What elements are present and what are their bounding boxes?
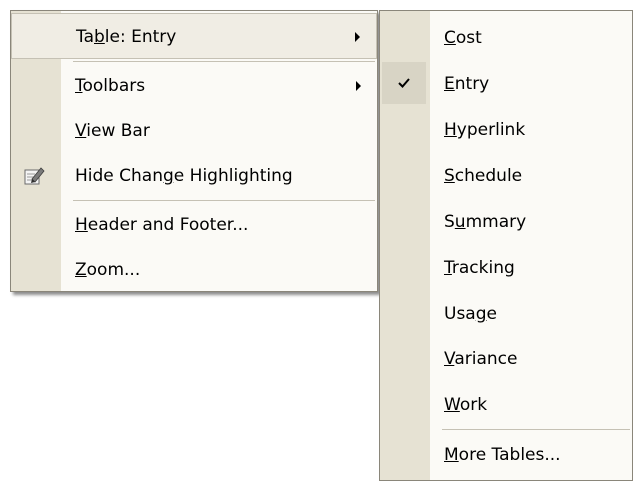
edit-highlight-icon	[24, 167, 45, 185]
submenu-item-hyperlink[interactable]: Hyperlink	[380, 107, 632, 153]
submenu-item-variance[interactable]: Variance	[380, 336, 632, 382]
menu-item-label: Toolbars	[75, 76, 146, 96]
menu-item-label: Usage	[444, 304, 497, 324]
accelerator-key: b	[94, 27, 105, 47]
submenu-item-usage[interactable]: Usage	[380, 291, 632, 337]
accelerator-key: V	[444, 349, 455, 369]
accelerator-key: g	[163, 166, 174, 186]
menu-separator	[73, 61, 375, 62]
accelerator-key: H	[444, 120, 457, 140]
menu-item-label: View Bar	[75, 121, 150, 141]
menu-item-label: Hyperlink	[444, 120, 526, 140]
accelerator-key: Z	[75, 260, 87, 280]
menu-item-label: Schedule	[444, 166, 523, 186]
submenu-arrow-icon	[356, 81, 361, 91]
accelerator-key: C	[444, 28, 456, 48]
menu-item-label: Tracking	[444, 258, 515, 278]
accelerator-key: S	[444, 166, 455, 186]
submenu-item-schedule[interactable]: Schedule	[380, 153, 632, 199]
accelerator-key: E	[444, 74, 455, 94]
menu-item-label: Entry	[444, 74, 490, 94]
submenu-item-cost[interactable]: Cost	[380, 15, 632, 61]
menu-item-table-entry[interactable]: Table: Entry	[11, 13, 377, 59]
accelerator-key: M	[444, 445, 459, 465]
checked-indicator	[382, 62, 426, 104]
accelerator-key: T	[444, 258, 452, 278]
accelerator-key: V	[75, 121, 87, 141]
menu-item-label: More Tables...	[444, 445, 561, 465]
accelerator-key: g	[475, 304, 487, 324]
menu-separator	[442, 429, 630, 430]
menu-item-zoom[interactable]: Zoom...	[11, 247, 377, 293]
submenu-item-work[interactable]: Work	[380, 382, 632, 428]
menu-item-label: Cost	[444, 28, 482, 48]
menu-item-label: Variance	[444, 349, 518, 369]
menu-item-view-bar[interactable]: View Bar	[11, 108, 377, 154]
menu-item-label: Summary	[444, 212, 527, 232]
view-menu: Table: Entry Toolbars View Bar Hide Chan…	[10, 10, 378, 292]
accelerator-key: H	[75, 215, 88, 235]
menu-item-label: Hide Change Highlighting	[75, 166, 293, 186]
submenu-item-summary[interactable]: Summary	[380, 199, 632, 245]
accelerator-key: T	[75, 76, 83, 96]
menu-separator	[73, 200, 375, 201]
accelerator-key: W	[444, 395, 460, 415]
menu-item-label: Header and Footer...	[75, 215, 249, 235]
menu-item-header-footer[interactable]: Header and Footer...	[11, 202, 377, 248]
menu-item-hide-change-highlighting[interactable]: Hide Change Highlighting	[11, 153, 377, 199]
table-submenu: Cost Entry Hyperlink Schedule Summary Tr…	[379, 10, 633, 481]
menu-item-label: Table: Entry	[76, 27, 177, 47]
submenu-item-tracking[interactable]: Tracking	[380, 245, 632, 291]
menu-item-label: Zoom...	[75, 260, 141, 280]
submenu-arrow-icon	[355, 32, 360, 42]
accelerator-key: u	[454, 212, 466, 232]
checkmark-icon	[398, 78, 410, 88]
submenu-item-entry[interactable]: Entry	[380, 61, 632, 107]
menu-item-toolbars[interactable]: Toolbars	[11, 63, 377, 109]
menu-item-label: Work	[444, 395, 488, 415]
submenu-item-more-tables[interactable]: More Tables...	[380, 432, 632, 478]
